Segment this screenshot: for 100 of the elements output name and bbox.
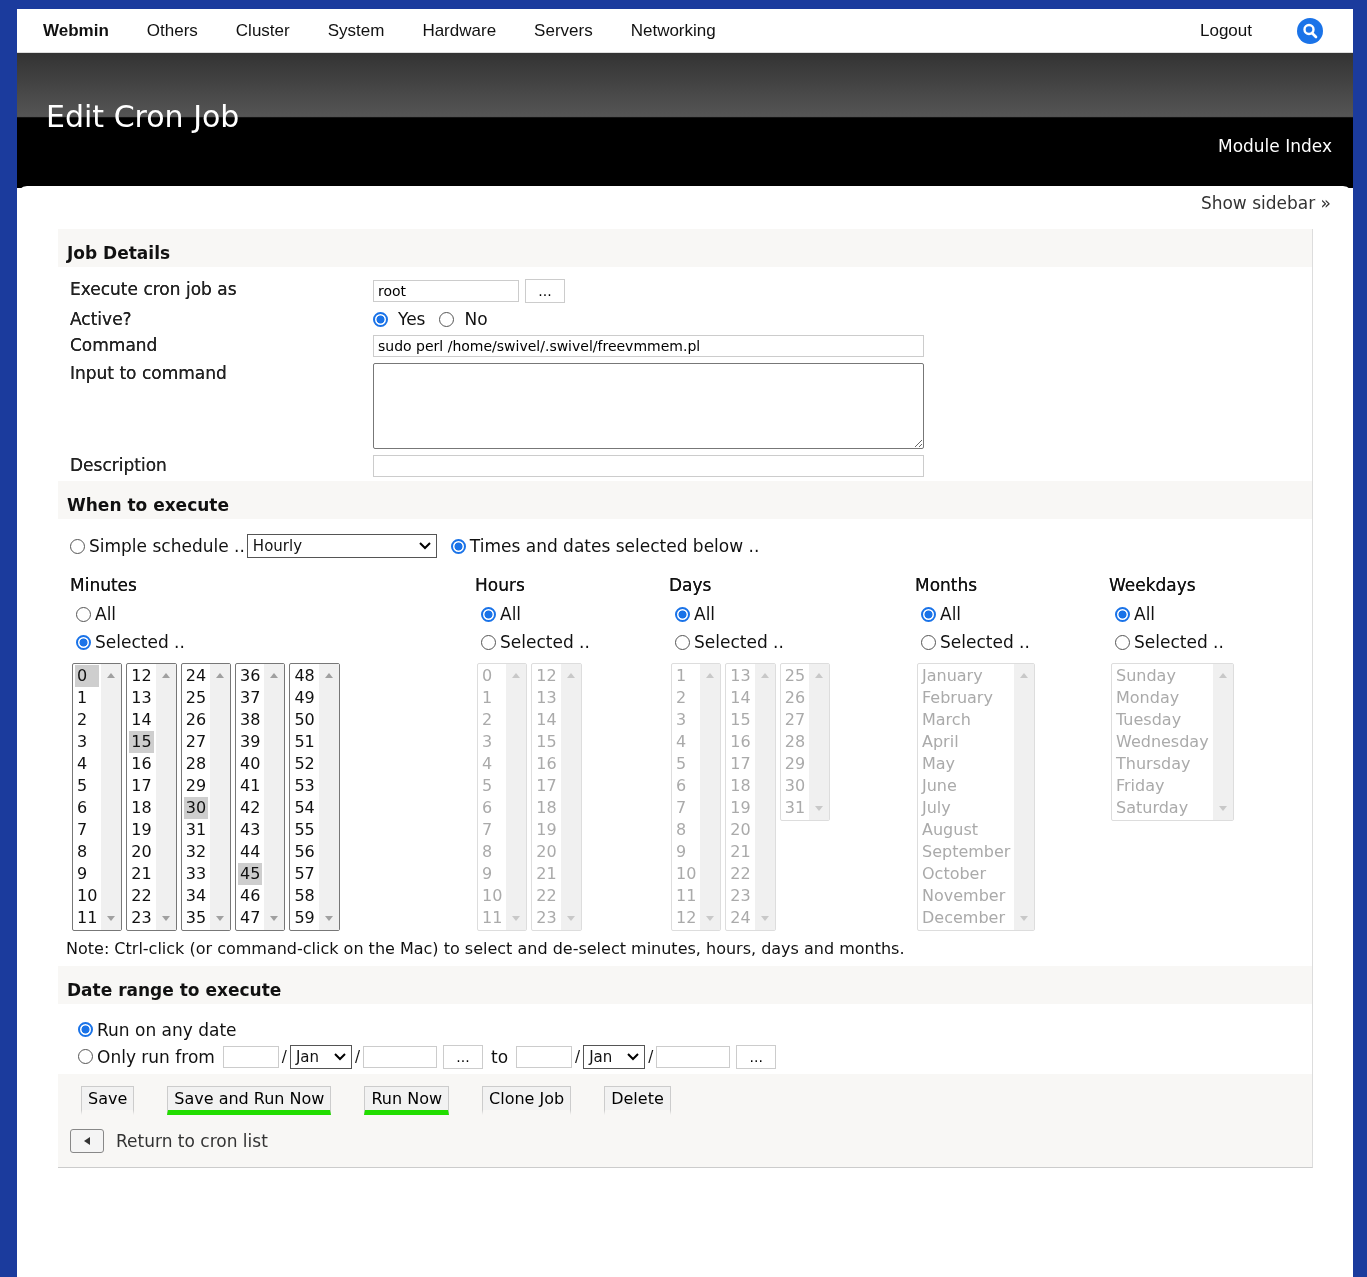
list-option[interactable]: 14 <box>129 709 154 731</box>
user-field[interactable]: root <box>373 280 519 302</box>
nav-link[interactable]: Others <box>146 20 198 41</box>
scroll-up-icon[interactable] <box>106 672 117 678</box>
radio-button[interactable] <box>450 538 466 554</box>
list-option[interactable]: 53 <box>292 775 317 797</box>
list-option[interactable]: 55 <box>292 819 317 841</box>
scroll-up-icon[interactable] <box>323 672 334 678</box>
radio-button[interactable] <box>373 311 388 327</box>
scroll-up-icon[interactable] <box>160 672 171 678</box>
month-dropdown[interactable]: Jan <box>583 1044 646 1069</box>
list-option[interactable]: 19 <box>129 819 154 841</box>
list-option[interactable]: 57 <box>292 863 317 885</box>
radio-button[interactable] <box>78 1022 93 1037</box>
list-option[interactable]: 52 <box>292 753 317 775</box>
radio-button[interactable] <box>439 311 455 327</box>
list-option[interactable]: 54 <box>292 797 317 819</box>
list-option[interactable]: 7 <box>75 819 100 841</box>
list-option[interactable]: 50 <box>292 709 317 731</box>
scrollbar[interactable] <box>101 664 122 930</box>
browse-button[interactable]: ... <box>525 279 565 303</box>
list-option[interactable]: 21 <box>129 863 154 885</box>
back-button[interactable] <box>70 1129 104 1153</box>
nav-link[interactable]: System <box>327 20 385 41</box>
nav-link[interactable]: Networking <box>630 20 716 41</box>
schedule-dropdown[interactable]: Hourly <box>246 534 437 558</box>
year-field[interactable] <box>656 1045 731 1068</box>
list-box[interactable]: 36 37 38 39 40 41 42 43 44 45 46 47 <box>235 663 286 931</box>
return-link[interactable]: Return to cron list <box>116 1131 268 1151</box>
list-option[interactable]: 38 <box>238 709 263 731</box>
list-option[interactable]: 47 <box>238 907 263 929</box>
module-index-link[interactable]: Module Index <box>1217 136 1332 156</box>
list-option[interactable]: 10 <box>75 885 100 907</box>
command-field[interactable]: sudo perl /home/swivel/.swivel/freevmmem.pl <box>373 335 924 357</box>
list-option[interactable]: 3 <box>75 731 100 753</box>
list-option[interactable]: 30 <box>183 797 209 819</box>
scroll-down-icon[interactable] <box>215 916 226 922</box>
scrollbar[interactable] <box>155 664 176 930</box>
radio-button[interactable] <box>76 606 91 622</box>
radio-button[interactable] <box>76 634 91 650</box>
list-option[interactable]: 0 <box>75 665 100 687</box>
list-option[interactable]: 33 <box>183 863 209 885</box>
list-option[interactable]: 31 <box>183 819 209 841</box>
list-option[interactable]: 11 <box>75 907 100 929</box>
list-option[interactable]: 35 <box>183 907 209 929</box>
list-box[interactable]: 0 1 2 3 4 5 6 7 8 9 10 11 <box>72 663 123 931</box>
list-option[interactable]: 4 <box>75 753 100 775</box>
list-option[interactable]: 27 <box>183 731 209 753</box>
list-option[interactable]: 48 <box>292 665 317 687</box>
month-dropdown[interactable]: Jan <box>289 1044 352 1069</box>
calendar-button[interactable]: ... <box>736 1044 777 1069</box>
list-option[interactable]: 24 <box>183 665 209 687</box>
list-box[interactable]: 12 13 14 15 16 17 18 19 20 21 22 23 <box>126 663 177 931</box>
list-option[interactable]: 40 <box>238 753 263 775</box>
list-option[interactable]: 13 <box>129 687 154 709</box>
scrollbar[interactable] <box>264 664 285 930</box>
list-option[interactable]: 39 <box>238 731 263 753</box>
scroll-up-icon[interactable] <box>215 672 226 678</box>
list-option[interactable]: 34 <box>183 885 209 907</box>
list-option[interactable]: 5 <box>75 775 100 797</box>
list-option[interactable]: 49 <box>292 687 317 709</box>
list-option[interactable]: 20 <box>129 841 154 863</box>
list-option[interactable]: 26 <box>183 709 209 731</box>
action-button[interactable]: Run Now <box>364 1086 450 1115</box>
nav-link[interactable]: Webmin <box>43 20 109 41</box>
list-box[interactable]: 48 49 50 51 52 53 54 55 56 57 58 59 <box>289 663 340 931</box>
scroll-down-icon[interactable] <box>106 916 117 922</box>
list-option[interactable]: 37 <box>238 687 263 709</box>
list-option[interactable]: 8 <box>75 841 100 863</box>
scroll-up-icon[interactable] <box>269 672 280 678</box>
list-option[interactable]: 28 <box>183 753 209 775</box>
list-option[interactable]: 45 <box>238 863 263 885</box>
list-option[interactable]: 29 <box>183 775 209 797</box>
logout-link[interactable]: Logout <box>1200 20 1252 41</box>
list-option[interactable]: 1 <box>75 687 100 709</box>
list-option[interactable]: 51 <box>292 731 317 753</box>
list-box[interactable]: 24 25 26 27 28 29 30 31 32 33 34 35 <box>180 663 232 931</box>
nav-link[interactable]: Servers <box>534 20 593 41</box>
list-option[interactable]: 15 <box>129 731 154 753</box>
calendar-button[interactable]: ... <box>443 1044 483 1069</box>
list-option[interactable]: 43 <box>238 819 263 841</box>
list-option[interactable]: 23 <box>129 907 154 929</box>
list-option[interactable]: 58 <box>292 885 317 907</box>
show-sidebar-link[interactable]: Show sidebar » <box>1200 193 1331 213</box>
nav-link[interactable]: Hardware <box>422 20 497 41</box>
scroll-down-icon[interactable] <box>269 916 280 922</box>
list-option[interactable]: 25 <box>183 687 209 709</box>
list-option[interactable]: 16 <box>129 753 154 775</box>
list-option[interactable]: 41 <box>238 775 263 797</box>
list-option[interactable]: 56 <box>292 841 317 863</box>
list-option[interactable]: 36 <box>238 665 263 687</box>
list-option[interactable]: 22 <box>129 885 154 907</box>
list-option[interactable]: 32 <box>183 841 209 863</box>
list-option[interactable]: 2 <box>75 709 100 731</box>
day-field[interactable] <box>222 1045 279 1068</box>
radio-button[interactable] <box>78 1049 93 1064</box>
list-option[interactable]: 42 <box>238 797 263 819</box>
scroll-down-icon[interactable] <box>160 916 171 922</box>
list-option[interactable]: 17 <box>129 775 154 797</box>
year-field[interactable] <box>363 1045 437 1068</box>
